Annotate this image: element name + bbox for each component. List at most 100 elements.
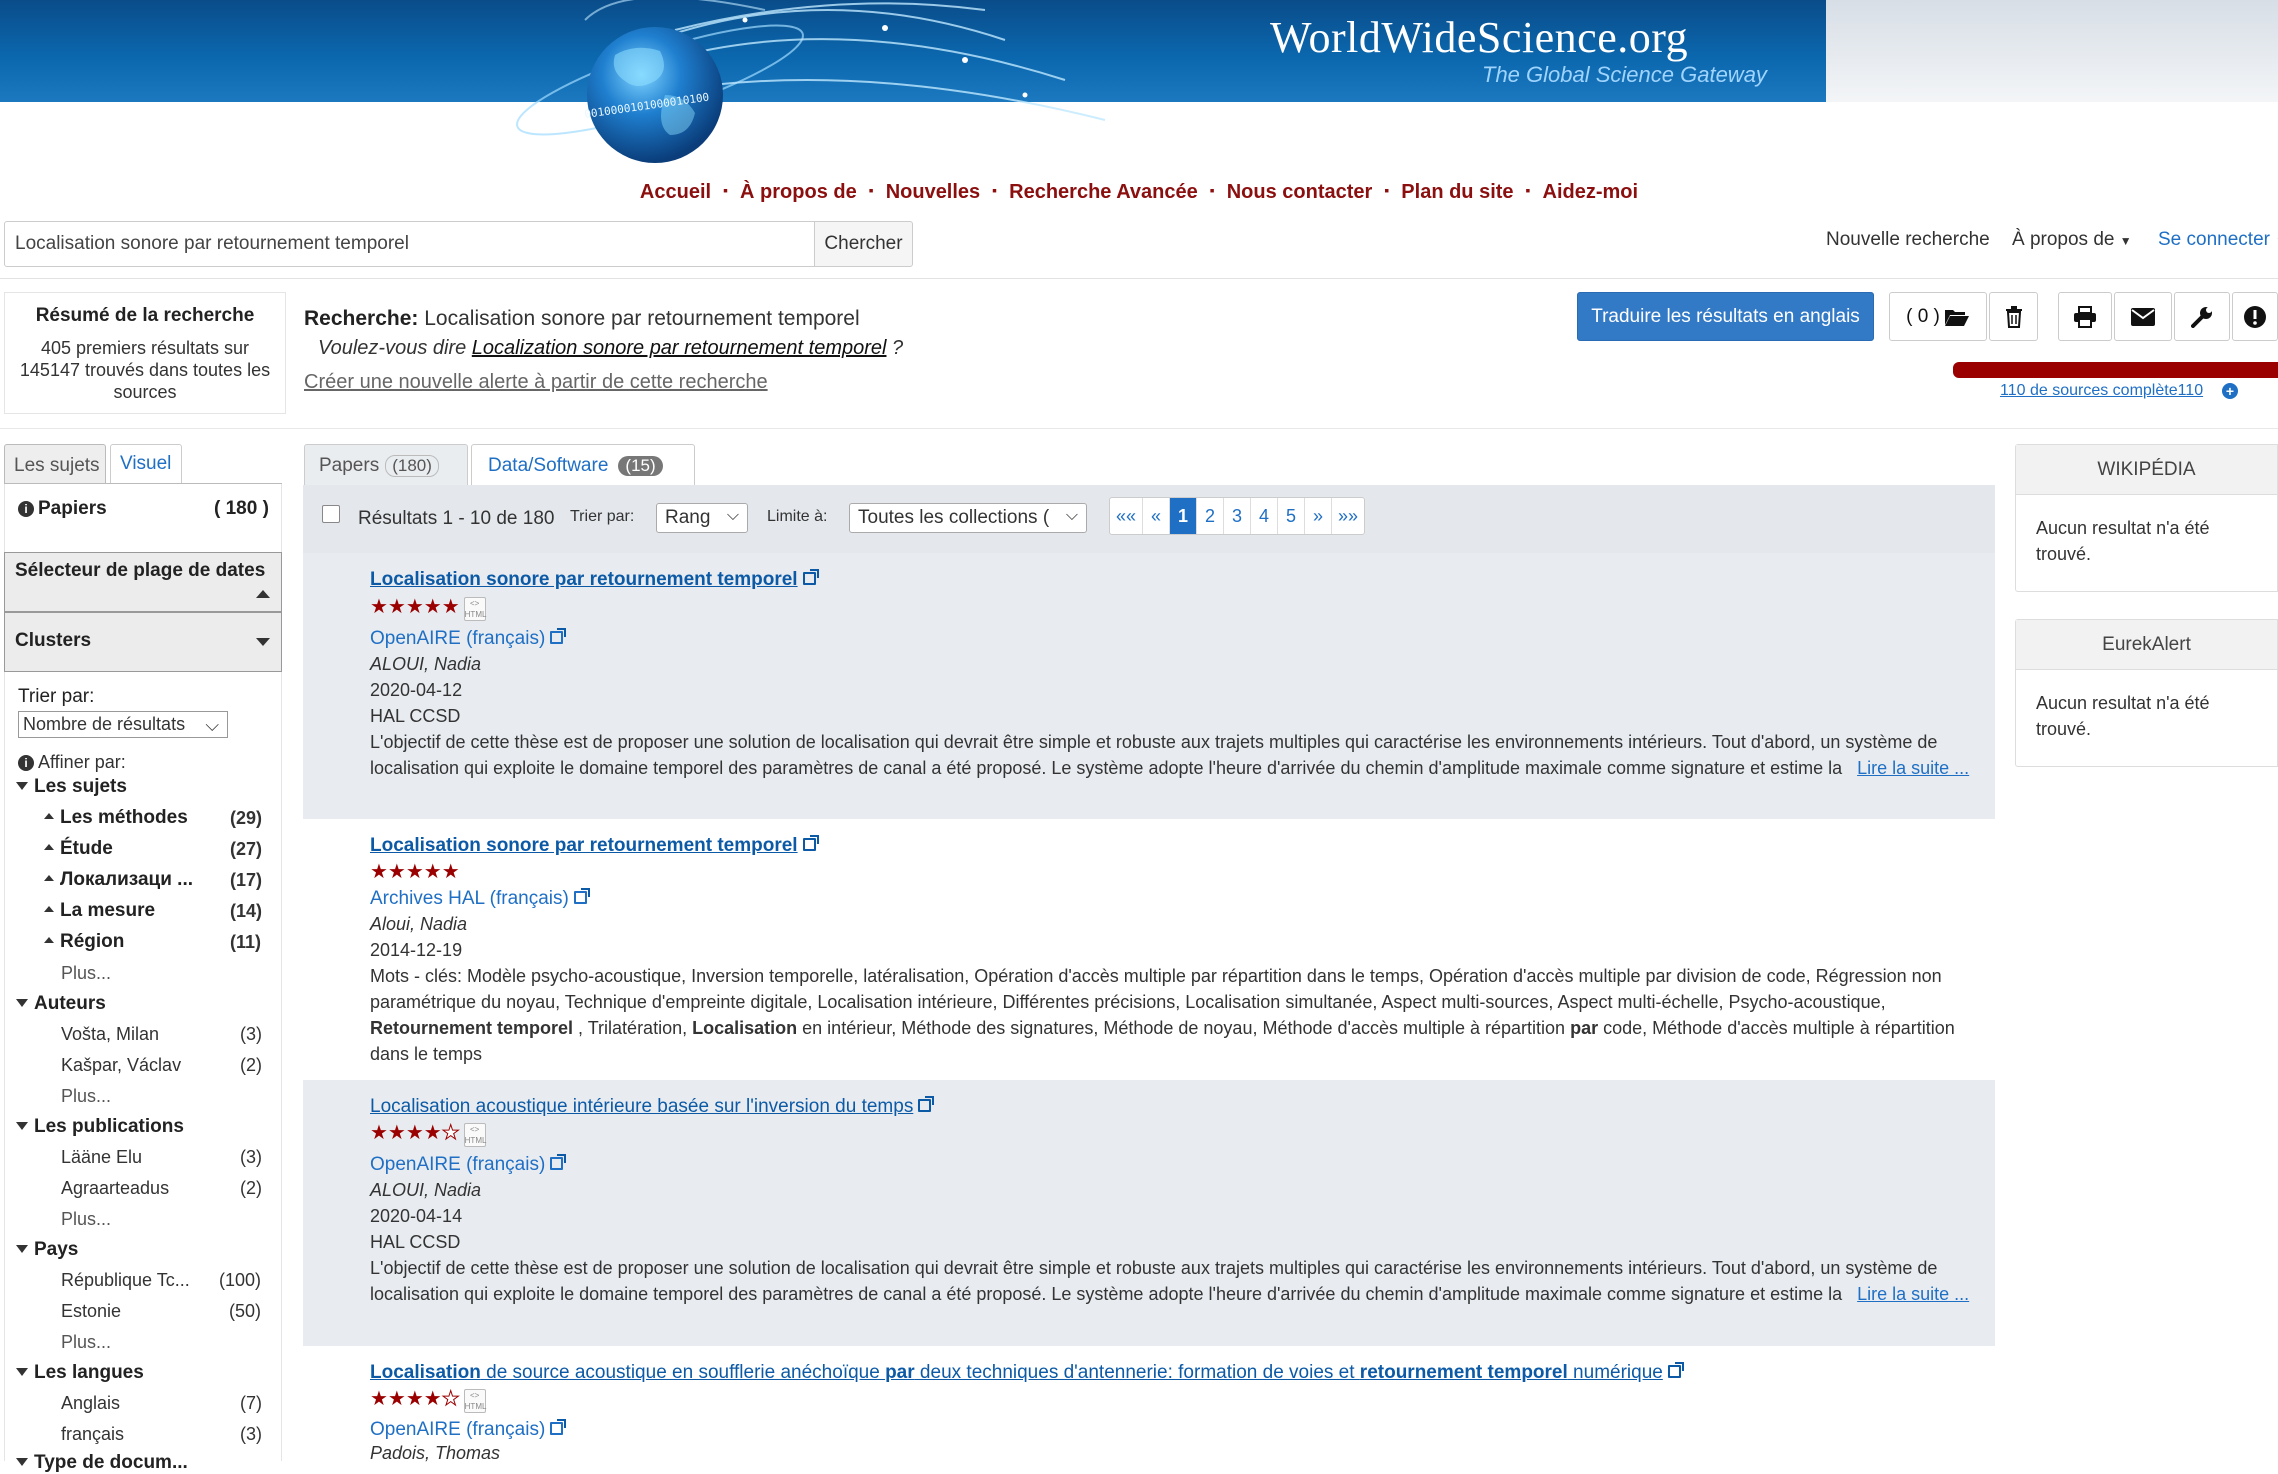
read-more-link[interactable]: Lire la suite ... [1857, 758, 1969, 778]
translate-results-button[interactable]: Traduire les résultats en anglais [1577, 292, 1874, 341]
facet-item[interactable]: Étude [44, 838, 113, 860]
result-title: Localisation sonore par retournement tem… [370, 569, 798, 590]
facet-item[interactable]: Lääne Elu [61, 1147, 142, 1168]
facet-item[interactable]: République Tc... [61, 1270, 190, 1291]
facet-item[interactable]: français [61, 1424, 124, 1445]
html-file-icon[interactable]: <> HTML [463, 1389, 486, 1413]
caret-up-icon [44, 937, 54, 943]
facet-item[interactable]: Les méthodes [44, 807, 188, 829]
nav-accueil[interactable]: Accueil [640, 181, 711, 203]
result-title-link[interactable]: Localisation sonore par retournement tem… [370, 835, 819, 857]
nav-sitemap[interactable]: Plan du site [1401, 181, 1513, 203]
facet-group-countries[interactable]: Pays [16, 1239, 78, 1261]
site-title[interactable]: WorldWideScience.org [1270, 12, 1688, 63]
external-link-icon [802, 569, 819, 585]
globe-logo-icon[interactable]: 0010000101000010100 [505, 0, 1125, 170]
result-date: 2014-12-19 [370, 940, 463, 960]
nav-news[interactable]: Nouvelles [886, 181, 980, 203]
result-author: ALOUI, Nadia [370, 1180, 482, 1200]
facet-more-link[interactable]: Plus... [61, 1209, 111, 1230]
tab-papers[interactable]: Papers (180) [304, 444, 468, 486]
facet-item[interactable]: La mesure [44, 900, 155, 922]
caret-down-icon [256, 638, 270, 646]
trash-icon [2005, 305, 2022, 328]
page-prev[interactable]: « [1143, 498, 1171, 534]
result-title-link[interactable]: Localisation de source acoustique en sou… [370, 1362, 1684, 1384]
result-source-link[interactable]: OpenAIRE (français) [370, 1419, 567, 1441]
create-alert-link[interactable]: Créer une nouvelle alerte à partir de ce… [304, 371, 768, 394]
plus-circle-icon[interactable]: + [2222, 383, 2238, 399]
sidebar-sort-select[interactable]: Nombre de résultats ⌵ [18, 711, 228, 738]
keyword-highlight: Localisation [692, 1018, 798, 1038]
nav-advanced-search[interactable]: Recherche Avancée [1009, 181, 1198, 203]
facet-group-title: Les sujets [34, 776, 127, 797]
search-button[interactable]: Chercher [814, 221, 913, 267]
page-3[interactable]: 3 [1224, 498, 1252, 534]
limit-select[interactable]: Toutes les collections (⌵ [849, 503, 1087, 533]
facet-group-languages[interactable]: Les langues [16, 1362, 144, 1384]
nav-about[interactable]: À propos de [740, 181, 857, 203]
new-search-link[interactable]: Nouvelle recherche [1826, 229, 1990, 251]
settings-button[interactable] [2174, 292, 2230, 341]
result-source-link[interactable]: OpenAIRE (français) [370, 628, 567, 650]
page-4[interactable]: 4 [1251, 498, 1279, 534]
result-title-link[interactable]: Localisation sonore par retournement tem… [370, 569, 819, 591]
facet-more-link[interactable]: Plus... [61, 1332, 111, 1353]
caret-down-icon: ▼ [2119, 234, 2132, 248]
facet-item[interactable]: Kašpar, Václav [61, 1055, 181, 1076]
info-button[interactable] [2232, 292, 2278, 341]
caret-down-icon [16, 1368, 28, 1376]
html-file-icon[interactable]: <> HTML [463, 1123, 486, 1147]
tab-subjects[interactable]: Les sujets [4, 444, 106, 484]
page-5[interactable]: 5 [1278, 498, 1306, 534]
facet-item[interactable]: Anglais [61, 1393, 120, 1414]
date-range-selector[interactable]: Sélecteur de plage de dates [4, 552, 282, 612]
saved-folder-button[interactable]: ( 0 ) [1889, 292, 1987, 341]
about-dropdown[interactable]: À propos de ▼ [2012, 229, 2132, 251]
result-author: ALOUI, Nadia [370, 654, 482, 674]
result-source-link[interactable]: OpenAIRE (français) [370, 1154, 567, 1176]
page-last[interactable]: »» [1332, 498, 1364, 534]
sources-complete-link[interactable]: 110 de sources complète110 [2000, 382, 2203, 400]
facet-item[interactable]: Agraarteadus [61, 1178, 169, 1199]
result-abstract: L'objectif de cette thèse est de propose… [370, 729, 1980, 781]
search-input[interactable] [4, 221, 816, 267]
facet-group-subjects[interactable]: Les sujets [16, 776, 127, 798]
facet-group-publications[interactable]: Les publications [16, 1116, 184, 1138]
result-date: 2020-04-12 [370, 680, 463, 700]
result-source-link[interactable]: Archives HAL (français) [370, 888, 590, 910]
facet-item[interactable]: Локализаци ... [44, 869, 193, 891]
tab-data-software[interactable]: Data/Software (15) [471, 444, 695, 486]
folder-count: ( 0 ) [1906, 305, 1940, 327]
facet-more-link[interactable]: Plus... [61, 963, 111, 984]
login-link[interactable]: Se connecter ▼ [2158, 229, 2278, 251]
facet-item[interactable]: Région [44, 931, 124, 953]
trash-button[interactable] [1989, 292, 2038, 341]
folder-open-icon [1944, 309, 1969, 326]
print-button[interactable] [2058, 292, 2112, 341]
tab-visual[interactable]: Visuel [110, 444, 182, 484]
page-2[interactable]: 2 [1197, 498, 1225, 534]
facet-item[interactable]: Estonie [61, 1301, 121, 1322]
facet-more-link[interactable]: Plus... [61, 1086, 111, 1107]
clusters-toggle[interactable]: Clusters [4, 612, 282, 672]
page-first[interactable]: «« [1110, 498, 1144, 534]
html-file-icon[interactable]: <> HTML [463, 597, 486, 621]
facet-item-count: (2) [240, 1178, 262, 1198]
result-title-link[interactable]: Localisation acoustique intérieure basée… [370, 1096, 935, 1118]
page-next[interactable]: » [1305, 498, 1333, 534]
email-button[interactable] [2114, 292, 2172, 341]
facet-group-authors[interactable]: Auteurs [16, 993, 106, 1015]
facet-group-doctype[interactable]: Type de docum... [16, 1452, 188, 1474]
facet-item[interactable]: Vošta, Milan [61, 1024, 159, 1045]
did-you-mean-link[interactable]: Localization sonore par retournement tem… [472, 337, 887, 359]
caret-down-icon [16, 999, 28, 1007]
page-1[interactable]: 1 [1170, 498, 1198, 534]
nav-contact[interactable]: Nous contacter [1227, 181, 1373, 203]
read-more-link[interactable]: Lire la suite ... [1857, 1284, 1969, 1304]
select-all-checkbox[interactable] [322, 505, 340, 523]
sort-by-select[interactable]: Rang ⌵ [656, 503, 748, 533]
nav-help[interactable]: Aidez-moi [1543, 181, 1639, 203]
result-date: 2020-04-14 [370, 1206, 463, 1226]
facet-group-title: Type de docum... [34, 1452, 188, 1473]
